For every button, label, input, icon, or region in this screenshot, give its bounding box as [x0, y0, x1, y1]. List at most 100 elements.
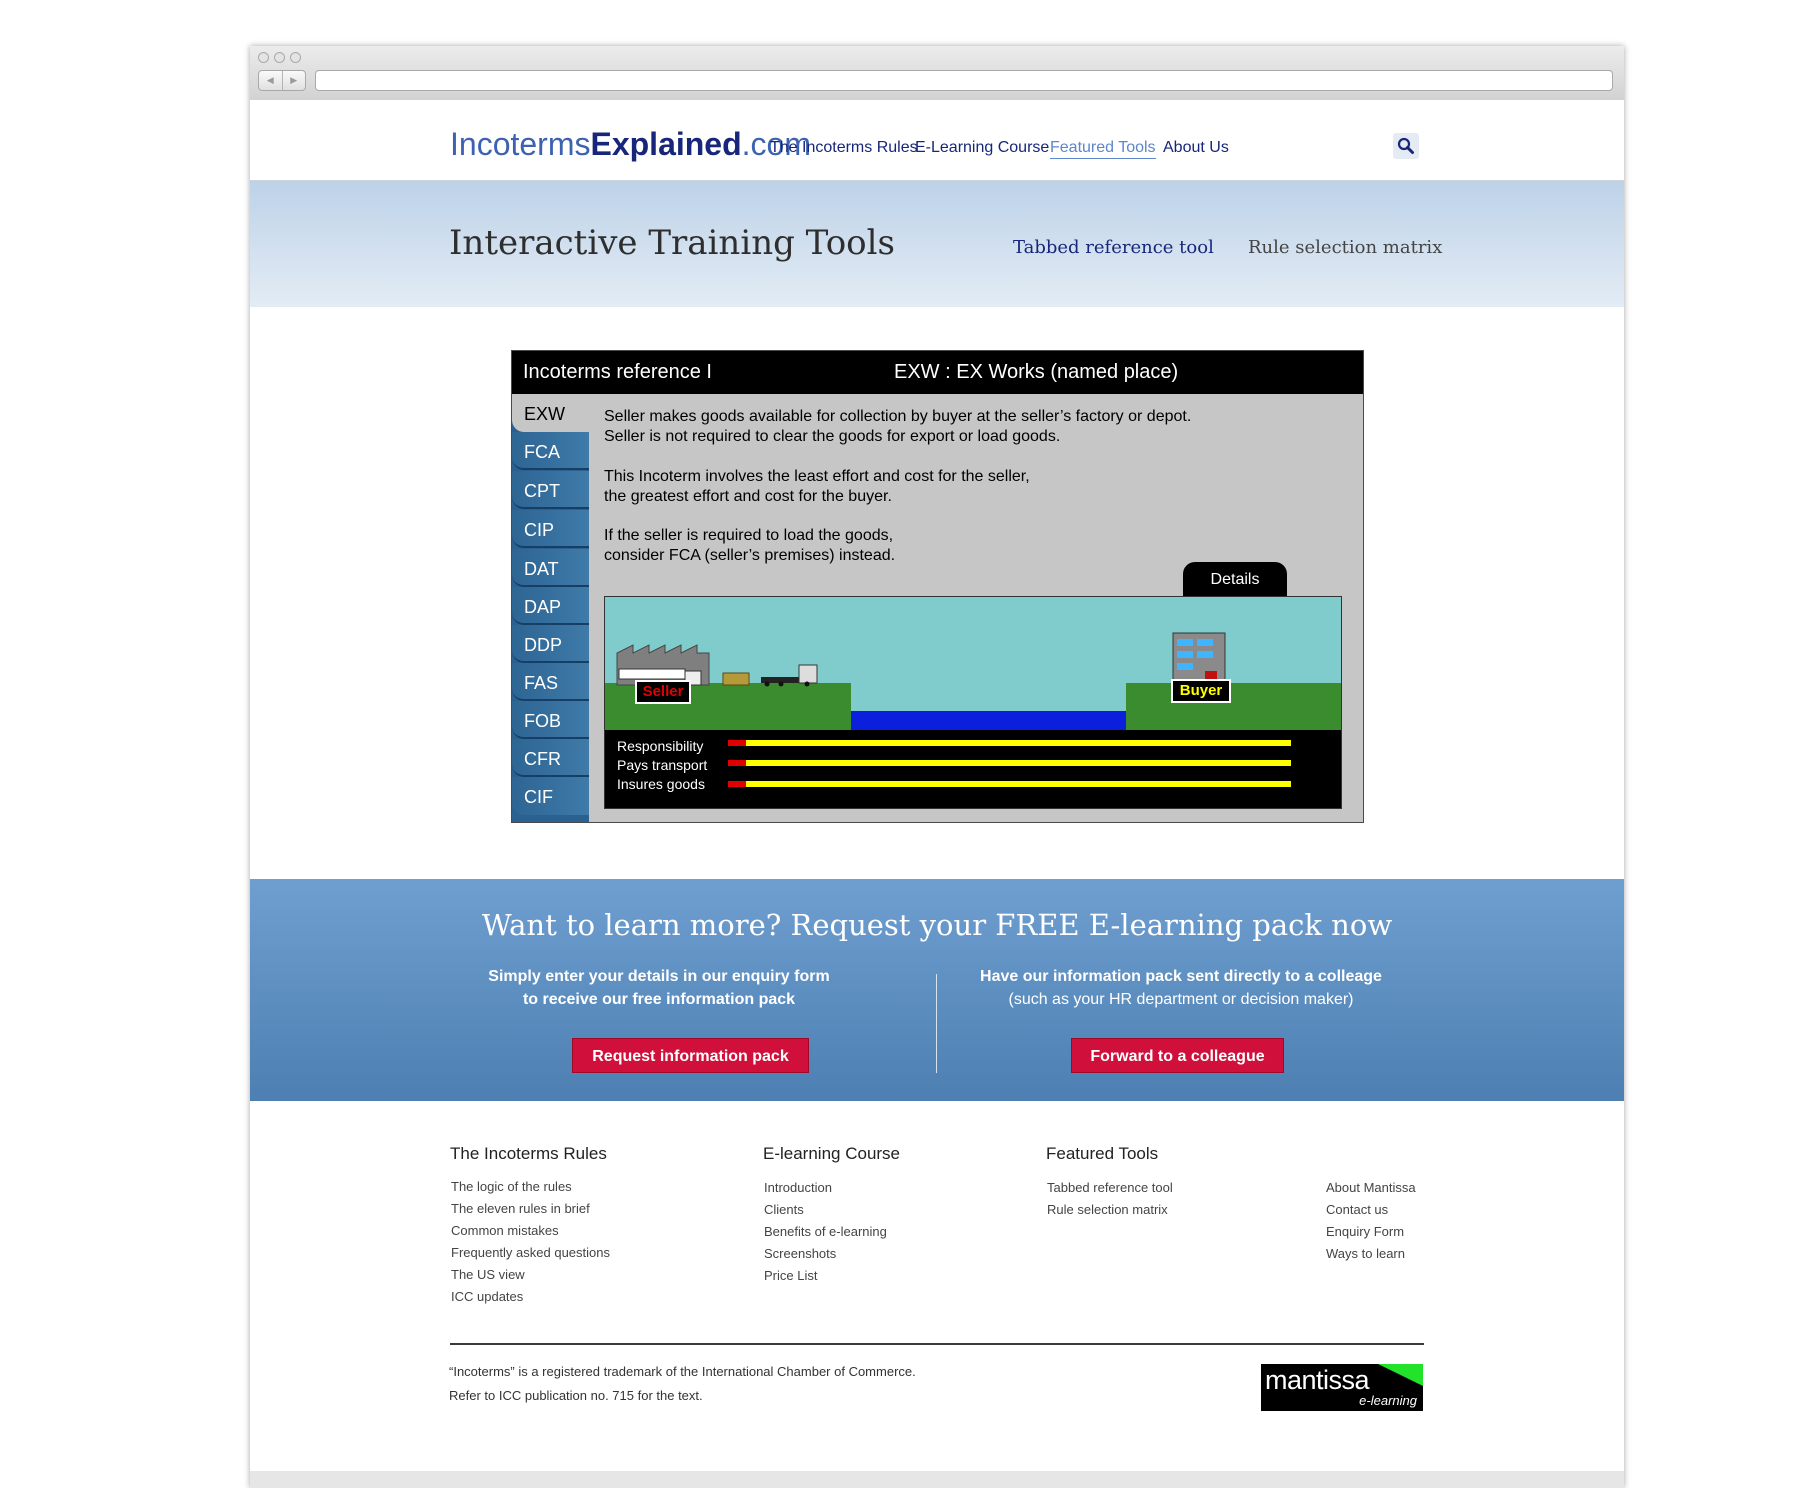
- brand-name: mantissa: [1265, 1365, 1370, 1395]
- browser-window: ◀ ▶ IncotermsExplained.com The Incoterms…: [250, 46, 1624, 1488]
- footer-link[interactable]: Introduction: [764, 1180, 832, 1195]
- description-line: the greatest effort and cost for the buy…: [604, 488, 892, 505]
- cta-banner: Want to learn more? Request your FREE E-…: [250, 879, 1624, 1101]
- nav-about-us[interactable]: About Us: [1163, 139, 1229, 157]
- site-header: IncotermsExplained.com The Incoterms Rul…: [250, 100, 1624, 181]
- footer-link[interactable]: Frequently asked questions: [451, 1245, 610, 1260]
- tab-fas[interactable]: FAS: [512, 663, 589, 701]
- cta-left-line-1: Simply enter your details in our enquiry…: [488, 968, 830, 985]
- tab-fca[interactable]: FCA: [512, 432, 589, 470]
- tool-title: Incoterms reference I: [523, 361, 712, 383]
- nav-featured-tools[interactable]: Featured Tools: [1050, 139, 1156, 159]
- footer-link[interactable]: The eleven rules in brief: [451, 1201, 590, 1216]
- footer-link[interactable]: Ways to learn: [1326, 1246, 1405, 1261]
- legal-publication-text: Refer to ICC publication no. 715 for the…: [449, 1388, 703, 1403]
- seller-share-segment: [728, 781, 746, 787]
- tab-dap[interactable]: DAP: [512, 587, 589, 625]
- buyer-ground: [1126, 683, 1341, 731]
- footer-heading-elearning-course[interactable]: E-learning Course: [763, 1144, 900, 1164]
- cta-left-line-2: to receive our free information pack: [522, 991, 796, 1008]
- footer-heading-featured-tools[interactable]: Featured Tools: [1046, 1144, 1158, 1164]
- office-building-icon: [1172, 632, 1226, 684]
- footer-link[interactable]: The logic of the rules: [451, 1179, 572, 1194]
- logo-green-corner: [1378, 1364, 1423, 1386]
- mantissa-logo[interactable]: mantissa e-learning: [1261, 1364, 1423, 1411]
- cta-right-text: Have our information pack sent directly …: [973, 965, 1389, 1011]
- description-line: consider FCA (seller’s premises) instead…: [604, 547, 896, 564]
- logo-part-2: Explained: [590, 126, 742, 162]
- description-line: This Incoterm involves the least effort …: [604, 468, 1030, 485]
- buyer-label: Buyer: [1171, 679, 1231, 703]
- maximize-window-icon[interactable]: [290, 52, 301, 63]
- tab-fob[interactable]: FOB: [512, 701, 589, 739]
- page-title: Interactive Training Tools: [449, 223, 895, 263]
- browser-chrome: ◀ ▶: [250, 46, 1624, 101]
- footer-heading-incoterms-rules[interactable]: The Incoterms Rules: [450, 1144, 607, 1164]
- transport-bar: [728, 760, 1291, 766]
- incoterms-reference-tool: Incoterms reference I EXW : EX Works (na…: [511, 350, 1364, 823]
- rule-title: EXW : EX Works (named place): [894, 361, 1179, 383]
- footer-link[interactable]: Common mistakes: [451, 1223, 559, 1238]
- footer-link[interactable]: Tabbed reference tool: [1047, 1180, 1173, 1195]
- seller-label: Seller: [635, 680, 691, 704]
- cta-divider: [936, 974, 937, 1073]
- nav-incoterms-rules[interactable]: The Incoterms Rules: [770, 139, 918, 157]
- bar-label-pays-transport: Pays transport: [617, 757, 708, 773]
- footer-link[interactable]: Contact us: [1326, 1202, 1388, 1217]
- brand-subtitle: e-learning: [1359, 1393, 1417, 1408]
- rule-selection-link[interactable]: Rule selection matrix: [1248, 237, 1442, 258]
- address-bar[interactable]: [315, 70, 1613, 91]
- cta-title: Want to learn more? Request your FREE E-…: [481, 908, 1393, 942]
- history-buttons: ◀ ▶: [258, 70, 306, 91]
- nav-elearning-course[interactable]: E-Learning Course: [915, 139, 1049, 157]
- seller-share-segment: [728, 760, 746, 766]
- forward-to-colleague-button[interactable]: Forward to a colleague: [1071, 1038, 1284, 1073]
- tab-exw[interactable]: EXW: [512, 394, 589, 432]
- delivery-scene: Seller Buyer Responsibility Pays transpo…: [604, 596, 1342, 809]
- footer-link[interactable]: Rule selection matrix: [1047, 1202, 1168, 1217]
- cta-right-line-1: Have our information pack sent directly …: [980, 968, 1382, 985]
- tabbed-reference-link[interactable]: Tabbed reference tool: [1013, 237, 1214, 258]
- request-info-pack-button[interactable]: Request information pack: [572, 1038, 809, 1073]
- footer-link[interactable]: ICC updates: [451, 1289, 523, 1304]
- description-line: Seller is not required to clear the good…: [604, 428, 1061, 445]
- details-button[interactable]: Details: [1183, 562, 1287, 597]
- footer-link[interactable]: Benefits of e-learning: [764, 1224, 887, 1239]
- insurance-bar: [728, 781, 1291, 787]
- back-arrow-icon[interactable]: ◀: [259, 71, 283, 90]
- hero-banner: Interactive Training Tools Tabbed refere…: [250, 181, 1624, 307]
- tab-cpt[interactable]: CPT: [512, 471, 589, 509]
- minimize-window-icon[interactable]: [274, 52, 285, 63]
- footer-link[interactable]: Enquiry Form: [1326, 1224, 1404, 1239]
- search-icon: [1397, 137, 1414, 154]
- footer-divider: [450, 1343, 1424, 1345]
- cta-left-text: Simply enter your details in our enquiry…: [486, 965, 832, 1011]
- tab-cif[interactable]: CIF: [512, 777, 589, 815]
- tool-header: Incoterms reference I EXW : EX Works (na…: [512, 351, 1363, 394]
- legal-trademark-text: “Incoterms” is a registered trademark of…: [449, 1364, 916, 1379]
- seller-share-segment: [728, 740, 746, 746]
- bar-label-insures-goods: Insures goods: [617, 776, 705, 792]
- cta-right-line-2: (such as your HR department or decision …: [1008, 991, 1354, 1008]
- bar-label-responsibility: Responsibility: [617, 738, 704, 754]
- description-line: Seller makes goods available for collect…: [604, 408, 1192, 425]
- footer-link[interactable]: The US view: [451, 1267, 525, 1282]
- footer-link[interactable]: Clients: [764, 1202, 804, 1217]
- forward-arrow-icon[interactable]: ▶: [283, 71, 306, 90]
- logo-part-1: Incoterms: [450, 126, 591, 162]
- tab-cfr[interactable]: CFR: [512, 739, 589, 777]
- sea: [851, 711, 1126, 731]
- tab-ddp[interactable]: DDP: [512, 625, 589, 663]
- search-button[interactable]: [1393, 133, 1419, 159]
- footer-link[interactable]: About Mantissa: [1326, 1180, 1416, 1195]
- tab-cip[interactable]: CIP: [512, 510, 589, 548]
- close-window-icon[interactable]: [258, 52, 269, 63]
- footer-link[interactable]: Screenshots: [764, 1246, 836, 1261]
- footer-link[interactable]: Price List: [764, 1268, 817, 1283]
- cost-bars-panel: Responsibility Pays transport Insures go…: [605, 730, 1341, 808]
- tab-dat[interactable]: DAT: [512, 549, 589, 587]
- rule-tabs: EXW FCA CPT CIP DAT DAP DDP FAS FOB CFR …: [512, 394, 589, 822]
- page-bottom-strip: [250, 1471, 1624, 1488]
- site-logo[interactable]: IncotermsExplained.com: [450, 126, 811, 163]
- description-line: If the seller is required to load the go…: [604, 527, 894, 544]
